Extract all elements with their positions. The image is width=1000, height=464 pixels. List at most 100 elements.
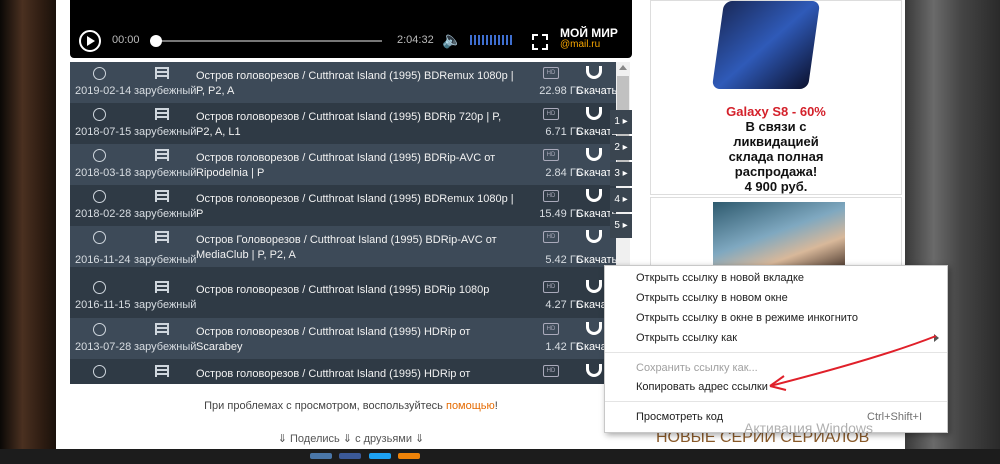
release-size: 4.27 ГБ	[545, 299, 583, 311]
film-icon	[155, 108, 169, 120]
moimir-logo[interactable]: МОЙ МИР @mail.ru	[560, 26, 618, 50]
table-row: 2016-11-15 зарубежный Остров головорезов…	[70, 276, 616, 317]
release-title-link[interactable]: Остров головорезов / Cutthroat Island (1…	[196, 283, 514, 298]
menu-open-new-tab[interactable]: Открыть ссылку в новой вкладке	[636, 272, 804, 284]
page-link[interactable]: 5 ▸	[610, 214, 632, 238]
hd-icon: HD	[543, 281, 559, 293]
film-icon	[155, 365, 169, 377]
release-size: 1.42 ГБ	[545, 341, 583, 353]
release-title-link[interactable]: Остров головорезов / Cutthroat Island (1…	[196, 325, 514, 355]
release-title-link[interactable]: Остров головорезов / Cutthroat Island (1…	[196, 151, 514, 181]
magnet-icon[interactable]	[586, 322, 602, 335]
help-link[interactable]: помощью	[446, 400, 495, 412]
playback-help-note: При проблемах с просмотром, воспользуйте…	[70, 400, 632, 412]
scroll-up-icon[interactable]	[619, 65, 627, 70]
vk-share-button[interactable]	[310, 453, 332, 459]
ok-share-button[interactable]	[398, 453, 421, 459]
release-size: 22.98 ГБ	[539, 85, 583, 97]
table-row: Остров головорезов / Cutthroat Island (1…	[70, 360, 616, 384]
menu-save-link: Сохранить ссылку как...	[636, 362, 758, 374]
twitter-share-button[interactable]	[368, 453, 391, 459]
release-title-link[interactable]: Остров Головорезов / Cutthroat Island (1…	[196, 233, 514, 263]
release-date: 2019-02-14	[75, 85, 132, 97]
release-size: 5.42 ГБ	[545, 254, 583, 266]
clock-icon	[93, 323, 106, 336]
play-icon[interactable]	[79, 30, 101, 52]
release-category: зарубежный	[134, 299, 197, 311]
magnet-icon[interactable]	[586, 230, 602, 243]
page-link[interactable]: 2 ▸	[610, 136, 632, 160]
magnet-icon[interactable]	[586, 280, 602, 293]
table-row: 2016-11-24 зарубежный Остров Головорезов…	[70, 226, 616, 267]
magnet-icon[interactable]	[586, 364, 602, 377]
seek-knob[interactable]	[150, 35, 162, 47]
ad-line: ликвидацией	[733, 134, 819, 149]
release-date: 2016-11-24	[75, 254, 131, 266]
film-icon	[155, 231, 169, 243]
fullscreen-icon[interactable]	[532, 34, 548, 50]
hd-icon: HD	[543, 108, 559, 120]
film-icon	[155, 281, 169, 293]
film-icon	[155, 149, 169, 161]
menu-separator	[605, 401, 947, 402]
clock-icon	[93, 149, 106, 162]
release-category: зарубежный	[134, 254, 197, 266]
hd-icon: HD	[543, 365, 559, 377]
hd-icon: HD	[543, 323, 559, 335]
main-column: 00:00 2:04:32 🔈 МОЙ МИР @mail.ru 2019-02-…	[70, 0, 632, 459]
release-title-link[interactable]: Остров головорезов / Cutthroat Island (1…	[196, 69, 514, 99]
release-title-link[interactable]: Остров головорезов / Cutthroat Island (1…	[196, 110, 514, 140]
release-size: 15.49 ГБ	[539, 208, 583, 220]
download-link[interactable]: Скачать	[576, 85, 616, 97]
hd-icon: HD	[543, 190, 559, 202]
seek-bar[interactable]	[156, 40, 382, 42]
help-end: !	[494, 400, 498, 412]
menu-inspect-shortcut: Ctrl+Shift+I	[867, 411, 923, 423]
share-label: ⇓ Поделись ⇓ с друзьями ⇓	[277, 433, 425, 445]
menu-inspect[interactable]: Просмотреть код	[636, 411, 723, 423]
release-title-link[interactable]: Остров головорезов / Cutthroat Island (1…	[196, 192, 514, 222]
magnet-icon[interactable]	[586, 189, 602, 202]
hd-icon: HD	[543, 149, 559, 161]
windows-activation-watermark: Активация Windows	[744, 420, 874, 436]
release-category: зарубежный	[134, 167, 197, 179]
clock-icon	[93, 67, 106, 80]
hd-icon: HD	[543, 231, 559, 243]
release-size: 2.84 ГБ	[545, 167, 583, 179]
video-player: 00:00 2:04:32 🔈 МОЙ МИР @mail.ru	[70, 0, 632, 58]
speaker-icon[interactable]: 🔈	[442, 32, 462, 50]
pagination: 1 ▸ 2 ▸ 3 ▸ 4 ▸ 5 ▸	[610, 110, 632, 240]
annotation-arrow	[769, 335, 937, 391]
ad-line: склада полная	[728, 149, 824, 164]
menu-open-incognito[interactable]: Открыть ссылку в окне в режиме инкогнито	[636, 312, 858, 324]
ad-line: распродажа!	[734, 164, 818, 179]
clock-icon	[93, 231, 106, 244]
release-date: 2018-02-28	[75, 208, 132, 220]
clock-icon	[93, 190, 106, 203]
magnet-icon[interactable]	[586, 66, 602, 79]
page-link[interactable]: 3 ▸	[610, 162, 632, 186]
ad-headline: Galaxy S8 - 60%	[726, 104, 826, 119]
page-link[interactable]: 4 ▸	[610, 188, 632, 212]
film-icon	[155, 190, 169, 202]
volume-slider[interactable]	[470, 35, 514, 45]
release-date: 2016-11-15	[75, 299, 131, 311]
table-row: 2019-02-14 зарубежный Остров головорезов…	[70, 62, 616, 103]
menu-open-link-as[interactable]: Открыть ссылку как	[636, 332, 737, 344]
release-category: зарубежный	[134, 208, 197, 220]
table-row: 2013-07-28 зарубежный Остров головорезов…	[70, 318, 616, 359]
page-link[interactable]: 1 ▸	[610, 110, 632, 134]
brand-label: МОЙ МИР	[560, 26, 618, 40]
release-category: зарубежный	[134, 126, 197, 138]
clock-icon	[93, 365, 106, 378]
ad-banner-phone[interactable]: Galaxy S8 - 60% В связи с ликвидацией ск…	[650, 0, 902, 195]
magnet-icon[interactable]	[586, 107, 602, 120]
total-time: 2:04:32	[397, 34, 434, 46]
menu-copy-link-address[interactable]: Копировать адрес ссылки	[636, 381, 768, 393]
magnet-icon[interactable]	[586, 148, 602, 161]
facebook-share-button[interactable]	[339, 453, 362, 459]
game-character-image	[713, 202, 845, 272]
release-date: 2013-07-28	[75, 341, 132, 353]
menu-open-new-window[interactable]: Открыть ссылку в новом окне	[636, 292, 788, 304]
release-title-link[interactable]: Остров головорезов / Cutthroat Island (1…	[196, 367, 514, 384]
